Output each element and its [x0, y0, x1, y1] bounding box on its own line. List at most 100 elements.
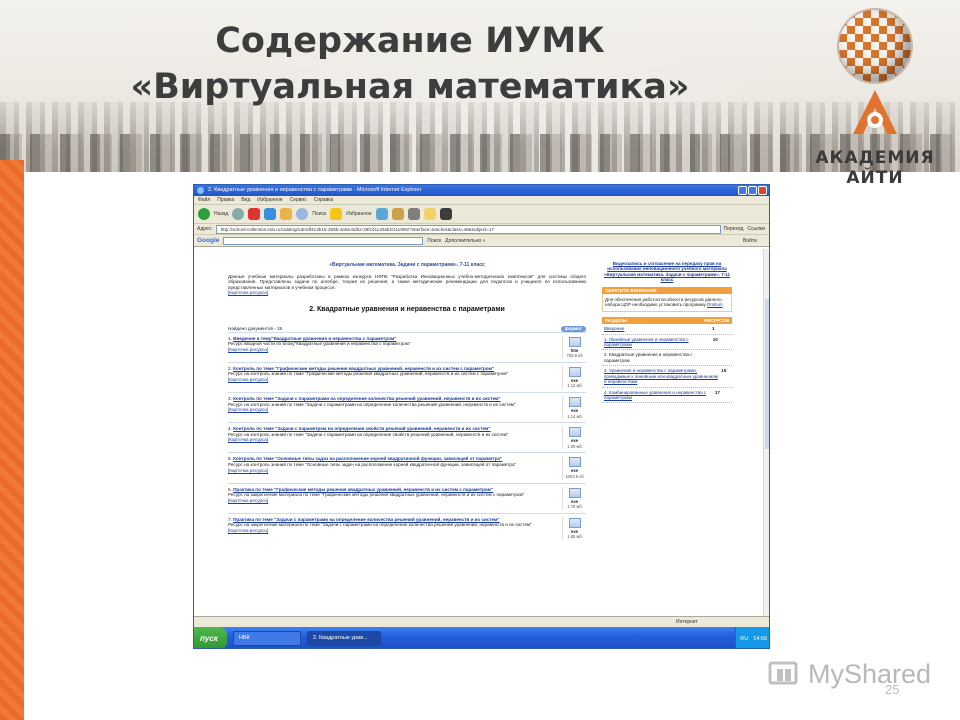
document-title-link[interactable]: Практика по теме "Задачи с параметрами н…: [233, 517, 499, 522]
mail-icon[interactable]: [391, 208, 404, 220]
document-number: 6.: [228, 486, 232, 492]
sections-column-header: РАЗДЕЛЫ: [605, 317, 628, 323]
file-type-icon[interactable]: [568, 457, 581, 468]
section-link: 2. Квадратные уравнения и неравенства с …: [604, 352, 693, 363]
ie-window: 2. Квадратные уравнения и неравенства с …: [193, 184, 770, 649]
file-type-icon[interactable]: [568, 366, 581, 377]
attention-header: ОБРАТИТЕ ВНИМАНИЕ: [602, 286, 732, 295]
section-row: 2. Квадратные уравнения и неравенства с …: [602, 350, 732, 367]
document-text: 5. Контроль по теме "Основные типы задач…: [228, 456, 562, 479]
document-title-link[interactable]: Введение в тему"Квадратные уравнения и н…: [233, 336, 396, 341]
file-type-icon[interactable]: [568, 396, 581, 407]
stop-icon[interactable]: [248, 208, 261, 220]
links-label[interactable]: Ссылки: [747, 226, 765, 232]
ie-menu-bar: Файл Правка Вид Избранное Сервис Справка: [194, 196, 769, 205]
document-card-link[interactable]: [Карточка ресурса]: [228, 528, 268, 533]
document-number: 1.: [228, 335, 232, 341]
document-description: Ресурс на контроль знаний по теме "Задач…: [228, 431, 509, 437]
document-card-link[interactable]: [Карточка ресурса]: [228, 347, 268, 352]
search-icon[interactable]: [296, 208, 309, 220]
menu-edit[interactable]: Правка: [217, 196, 234, 204]
section-resource-count: [713, 352, 730, 363]
search-label[interactable]: Поиск: [312, 211, 326, 217]
dmitum-link[interactable]: Dmitum: [707, 302, 723, 307]
menu-view[interactable]: Вид: [241, 196, 250, 204]
file-type-icon[interactable]: [568, 487, 581, 498]
document-card-link[interactable]: [Карточка ресурса]: [228, 468, 268, 473]
back-arrow-icon[interactable]: [198, 208, 210, 220]
document-title-link[interactable]: Контроль по теме "Основные типы задач на…: [233, 456, 502, 461]
document-card-link[interactable]: [Карточка ресурса]: [228, 407, 268, 412]
document-size: 1.85 мб: [567, 534, 582, 540]
status-bar: Интернет: [194, 616, 769, 627]
maximize-button[interactable]: [748, 186, 757, 195]
google-more-button[interactable]: Дополнительно »: [445, 238, 485, 244]
document-title-link[interactable]: Контроль по теме "Задачи с параметрами н…: [233, 396, 500, 401]
menu-favorites[interactable]: Избранное: [257, 196, 282, 204]
document-card-link[interactable]: [Карточка ресурса]: [228, 377, 268, 382]
document-row: 2. Контроль по теме "Графические методы …: [228, 361, 586, 392]
go-button[interactable]: Переход: [724, 226, 744, 232]
menu-help[interactable]: Справка: [314, 196, 334, 204]
found-count: Найдено документов - 15: [228, 325, 283, 331]
document-title-link[interactable]: Контроль по теме "Задачи с параметром на…: [233, 426, 490, 431]
print-icon[interactable]: [407, 208, 420, 220]
ie-icon: [197, 187, 204, 194]
document-format-type: exe: [571, 528, 578, 534]
file-type-icon[interactable]: [568, 517, 581, 528]
clock: 14:56: [753, 635, 767, 642]
back-label[interactable]: Назад: [214, 211, 228, 217]
document-size: 1002.5 кб: [565, 473, 584, 479]
document-format: exe 1002.5 кб: [562, 456, 586, 480]
section-link[interactable]: Введение: [604, 326, 624, 331]
document-description: Ресурс на контроль знаний по теме "Задач…: [228, 401, 516, 407]
section-link[interactable]: 3. Уравнения и неравенства с параметрами…: [604, 368, 721, 384]
section-title: 2. Квадратные уравнения и неравенства с …: [309, 305, 505, 313]
menu-tools[interactable]: Сервис: [290, 196, 307, 204]
document-text: 4. Контроль по теме "Задачи с параметром…: [228, 426, 562, 449]
slide-title: Содержание ИУМК «Виртуальная математика»: [130, 18, 690, 110]
document-card-link[interactable]: [Карточка ресурса]: [228, 437, 268, 442]
resources-column-header: РЕСУРСОВ: [704, 317, 729, 323]
file-type-icon[interactable]: [568, 427, 581, 438]
document-format: htm 763.9 кб: [562, 335, 586, 359]
history-icon[interactable]: [375, 208, 388, 220]
menu-file[interactable]: Файл: [198, 196, 210, 204]
intro-resource-card-link[interactable]: [Карточка ресурса]: [228, 290, 268, 295]
file-type-icon[interactable]: [568, 336, 581, 347]
document-card-link[interactable]: [Карточка ресурса]: [228, 498, 268, 503]
system-tray: RU 14:56: [735, 627, 769, 648]
messenger-icon[interactable]: [439, 208, 452, 220]
address-input[interactable]: http://school-collection.edu.ru/catalog/…: [215, 224, 721, 234]
favorites-label[interactable]: Избранное: [346, 211, 371, 217]
folder-icon[interactable]: [423, 208, 436, 220]
section-row: 4. Комбинированные уравнения и неравенст…: [602, 388, 732, 404]
collection-intro: Данные учебные материалы разработаны в р…: [228, 273, 586, 290]
minimize-button[interactable]: [738, 186, 747, 195]
forward-arrow-icon[interactable]: [232, 208, 245, 220]
language-indicator[interactable]: RU: [740, 636, 748, 642]
document-number: 7.: [228, 516, 232, 522]
vertical-scrollbar[interactable]: [763, 249, 769, 616]
section-link[interactable]: 4. Комбинированные уравнения и неравенст…: [604, 390, 715, 401]
taskbar-item-ie[interactable]: 2. Квадратные урав...: [306, 631, 381, 646]
document-number: 3.: [228, 395, 232, 401]
google-settings-button[interactable]: Войти: [743, 238, 757, 244]
home-icon[interactable]: [280, 208, 293, 220]
start-button[interactable]: пуск: [194, 627, 227, 648]
google-search-input[interactable]: [223, 236, 424, 245]
section-link[interactable]: 1. Линейные уравнения и неравенства с па…: [604, 337, 713, 348]
star-favorites-icon[interactable]: [330, 208, 343, 220]
close-button[interactable]: [758, 186, 767, 195]
document-title-link[interactable]: Контроль по теме "Графические методы реш…: [233, 366, 494, 371]
refresh-icon[interactable]: [264, 208, 277, 220]
taskbar-item-nvk[interactable]: НВК: [232, 631, 301, 646]
document-title-link[interactable]: Практика по теме "Графические методы реш…: [233, 487, 493, 492]
document-format: exe 1.13 мб: [562, 365, 586, 389]
checkered-balloon-icon: [837, 8, 913, 84]
myshared-logo-icon: [768, 661, 798, 685]
license-link[interactable]: Видеозапись и соглашение на передачу пра…: [602, 261, 732, 283]
watermark-text: MyShared: [808, 659, 932, 689]
myshared-watermark: MyShared: [768, 657, 932, 693]
google-search-button[interactable]: Поиск: [427, 238, 441, 244]
